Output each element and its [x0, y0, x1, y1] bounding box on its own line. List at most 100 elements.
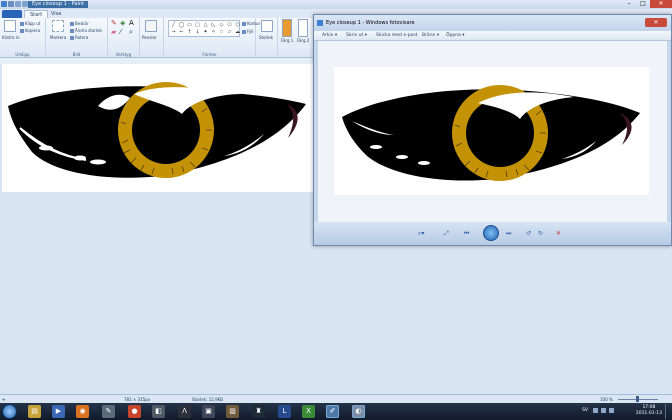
cut-button[interactable]: Klipp ut: [20, 21, 40, 26]
group-label: Former: [202, 52, 217, 57]
menu-print[interactable]: Skriv ut ▾: [346, 33, 367, 38]
arrow-left-shape-icon[interactable]: ←: [178, 29, 185, 35]
brush-icon[interactable]: [145, 20, 157, 32]
star6-shape-icon[interactable]: ☆: [218, 29, 225, 35]
game-icon[interactable]: ♜: [252, 405, 265, 418]
start-button[interactable]: [2, 404, 17, 419]
app-icon[interactable]: ●: [128, 405, 141, 418]
system-tray: SV 17:08 2011-01-13: [560, 404, 670, 419]
arrow-up-shape-icon[interactable]: ↑: [186, 29, 193, 35]
tab-view[interactable]: Visa: [46, 10, 66, 18]
zoom-icon[interactable]: ⌕▾: [418, 230, 424, 238]
tab-start[interactable]: Start: [24, 10, 49, 18]
viewer-content: [318, 41, 667, 224]
resize-button[interactable]: Ändra storlek: [70, 28, 102, 33]
select-button[interactable]: Markera: [50, 35, 66, 40]
rotate-left-icon[interactable]: ↺: [526, 230, 531, 238]
diamond-shape-icon[interactable]: ◇: [218, 22, 225, 28]
viewer-close-button[interactable]: ✕: [645, 18, 667, 27]
menu-burn[interactable]: Bränn ▾: [422, 33, 439, 38]
paste-button[interactable]: Klistra in: [2, 35, 20, 40]
file-size: Storlek: 12,9KB: [192, 397, 223, 402]
group-size: Storlek: [256, 18, 278, 58]
viewer-control-bar: ⌕▾ ⤢ ⏮ ⏭ ↺ ↻ ✕: [314, 222, 671, 245]
arrow-right-shape-icon[interactable]: →: [170, 29, 177, 35]
color1-swatch[interactable]: [282, 19, 292, 37]
zoom-level: 100 %: [600, 397, 613, 402]
league-icon[interactable]: L: [278, 405, 291, 418]
rounded-rect-shape-icon[interactable]: ▢: [194, 22, 201, 28]
shapes-gallery: ╱ ◯ ▭ ▢ △ ◺ ◇ ⬠ ⬡ → ← ↑ ↓ ✦ ✧ ☆ ▱ ☁: [168, 20, 240, 37]
oval-shape-icon[interactable]: ◯: [178, 22, 185, 28]
photo-viewer-taskbar-icon[interactable]: ◐: [352, 405, 365, 418]
delete-icon[interactable]: ✕: [556, 230, 561, 238]
menu-email[interactable]: Skicka med e-post: [376, 33, 417, 38]
menu-open[interactable]: Öppna ▾: [446, 33, 465, 38]
color2-swatch[interactable]: [298, 19, 308, 37]
triangle-shape-icon[interactable]: △: [202, 22, 209, 28]
brushes-button[interactable]: Penslar: [142, 35, 157, 40]
callout-shape-icon[interactable]: ▱: [226, 29, 233, 35]
actual-size-icon[interactable]: ⤢: [444, 230, 449, 238]
notes-icon[interactable]: ▥: [226, 405, 239, 418]
right-triangle-shape-icon[interactable]: ◺: [210, 22, 217, 28]
eye-image: [342, 85, 640, 181]
previous-icon[interactable]: ⏮: [464, 230, 469, 238]
size-icon[interactable]: [261, 20, 273, 32]
scissors-icon: [20, 22, 24, 26]
pentagon-shape-icon[interactable]: ⬠: [226, 22, 233, 28]
undo-icon[interactable]: [15, 1, 21, 7]
pencil-icon[interactable]: ✎: [111, 20, 117, 27]
minimize-button[interactable]: –: [622, 0, 636, 8]
zoom-slider-thumb[interactable]: [636, 396, 639, 402]
hexagon-shape-icon[interactable]: ⬡: [234, 22, 241, 28]
fill-bucket-icon[interactable]: ◈: [120, 20, 125, 27]
select-icon[interactable]: [52, 20, 64, 32]
arrow-down-shape-icon[interactable]: ↓: [194, 29, 201, 35]
excel-icon[interactable]: X: [302, 405, 315, 418]
crop-icon: [70, 22, 74, 26]
clock[interactable]: 17:08 2011-01-13: [636, 405, 662, 417]
save-icon[interactable]: [8, 1, 14, 7]
explorer-icon[interactable]: ▤: [28, 405, 41, 418]
viewer-menu-bar: Arkiv ▾ Skriv ut ▾ Skicka med e-post Brä…: [314, 31, 671, 41]
slideshow-button[interactable]: [483, 225, 499, 241]
tray-arrow-icon[interactable]: [593, 408, 598, 413]
paint-canvas[interactable]: [2, 64, 313, 192]
media-player-icon[interactable]: ▶: [52, 405, 65, 418]
close-button[interactable]: ✕: [650, 0, 672, 8]
crop-button[interactable]: Beskär: [70, 21, 89, 26]
arma-icon[interactable]: Λ: [178, 405, 191, 418]
rotate-button[interactable]: Rotera: [70, 35, 88, 40]
eye-drawing: [8, 82, 306, 178]
paint-taskbar-icon[interactable]: ✐: [326, 405, 339, 418]
cloud-shape-icon[interactable]: ☁: [234, 29, 241, 35]
show-desktop-button[interactable]: [665, 404, 670, 419]
language-indicator[interactable]: SV: [582, 408, 588, 413]
eraser-icon[interactable]: ▰: [111, 29, 116, 36]
clock-date: 2011-01-13: [635, 411, 662, 416]
paint-app-icon: [1, 1, 7, 7]
paint-menu-button[interactable]: [2, 10, 22, 18]
tools-icon[interactable]: ✎: [102, 405, 115, 418]
star4-shape-icon[interactable]: ✦: [202, 29, 209, 35]
size-button[interactable]: Storlek: [259, 35, 273, 40]
rotate-right-icon[interactable]: ↻: [538, 230, 543, 238]
fill-dropdown[interactable]: Fyll: [242, 29, 254, 34]
color-picker-icon[interactable]: ⁄: [120, 29, 121, 36]
volume-icon[interactable]: [609, 408, 614, 413]
firefox-icon[interactable]: ◉: [76, 405, 89, 418]
maximize-button[interactable]: □: [636, 0, 650, 8]
next-icon[interactable]: ⏭: [506, 230, 511, 238]
copy-button[interactable]: Kopiera: [20, 28, 40, 33]
menu-file[interactable]: Arkiv ▾: [322, 33, 337, 38]
star5-shape-icon[interactable]: ✧: [210, 29, 217, 35]
media-icon[interactable]: ◧: [152, 405, 165, 418]
photo-icon[interactable]: ▣: [202, 405, 215, 418]
text-tool-icon[interactable]: A: [129, 20, 134, 27]
rectangle-shape-icon[interactable]: ▭: [186, 22, 193, 28]
network-icon[interactable]: [601, 408, 606, 413]
line-shape-icon[interactable]: ╱: [170, 22, 177, 28]
paste-icon[interactable]: [4, 20, 16, 32]
magnifier-icon[interactable]: ⌕: [129, 29, 133, 36]
